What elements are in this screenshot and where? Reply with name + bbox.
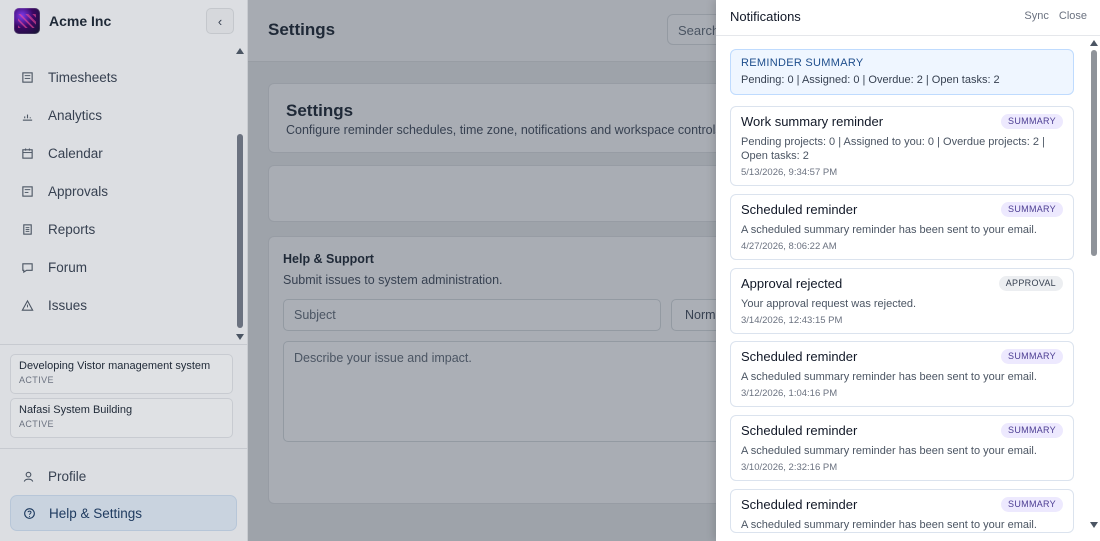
chevron-left-icon: ‹ xyxy=(217,13,223,29)
notification-time: 3/10/2026, 2:32:16 PM xyxy=(741,462,838,473)
close-button[interactable]: Close xyxy=(1059,10,1087,22)
sidebar-scrollbar[interactable] xyxy=(234,44,246,340)
divider xyxy=(0,448,248,449)
reminder-summary-text: Pending: 0 | Assigned: 0 | Overdue: 2 | … xyxy=(741,74,1000,86)
notifications-title: Notifications xyxy=(730,9,801,24)
scrollbar-thumb[interactable] xyxy=(237,134,243,328)
user-icon xyxy=(21,469,35,483)
sidebar-item-calendar[interactable]: Calendar xyxy=(0,134,232,172)
notification-body: Pending projects: 0 | Assigned to you: 0… xyxy=(741,136,1045,162)
reminder-summary-title: REMINDER SUMMARY xyxy=(741,57,864,69)
sidebar-item-analytics[interactable]: Analytics xyxy=(0,96,232,134)
notification-time: 3/14/2026, 12:43:15 PM xyxy=(741,315,843,326)
notifications-header: Notifications Sync Close xyxy=(716,0,1100,36)
sidebar-item-label: Profile xyxy=(48,468,87,484)
notification-time: 3/12/2026, 1:04:16 PM xyxy=(741,388,838,399)
settings-card: Settings Configure reminder schedules, t… xyxy=(268,83,728,153)
calendar-icon xyxy=(20,146,34,160)
scroll-up-arrow-icon[interactable] xyxy=(236,48,244,54)
sidebar-item-label: Reports xyxy=(48,221,96,237)
project-status: ACTIVE xyxy=(19,419,54,429)
settings-panel-placeholder xyxy=(268,165,728,222)
settings-card-title: Settings xyxy=(286,101,354,120)
sidebar-item-timesheets[interactable]: Timesheets xyxy=(0,58,232,96)
notification-body: A scheduled summary reminder has been se… xyxy=(741,519,1037,531)
scroll-down-arrow-icon[interactable] xyxy=(236,334,244,340)
collapse-sidebar-button[interactable]: ‹ xyxy=(206,8,234,34)
notification-item[interactable]: Approval rejected APPROVAL Your approval… xyxy=(730,268,1074,334)
warning-icon xyxy=(20,298,34,312)
divider xyxy=(0,344,248,345)
scroll-down-arrow-icon[interactable] xyxy=(1090,522,1098,528)
sidebar-item-label: Calendar xyxy=(48,145,103,161)
notification-item[interactable]: Scheduled reminder SUMMARY A scheduled s… xyxy=(730,194,1074,260)
brand-name: Acme Inc xyxy=(49,13,112,29)
notifications-scrollbar[interactable] xyxy=(1088,36,1100,532)
settings-card-description: Configure reminder schedules, time zone,… xyxy=(286,123,726,137)
help-support-title: Help & Support xyxy=(283,252,374,266)
sidebar-nav: Timesheets Analytics Calendar Approvals … xyxy=(0,58,232,324)
issue-description-textarea[interactable]: Describe your issue and impact. xyxy=(283,341,733,442)
notification-item[interactable]: Work summary reminder SUMMARY Pending pr… xyxy=(730,106,1074,186)
sidebar-item-label: Timesheets xyxy=(48,69,118,85)
notification-badge: SUMMARY xyxy=(1001,497,1063,512)
sidebar-item-label: Forum xyxy=(48,259,88,275)
brand[interactable]: Acme Inc xyxy=(14,8,111,34)
sync-button[interactable]: Sync xyxy=(1024,10,1048,22)
notification-body: A scheduled summary reminder has been se… xyxy=(741,371,1037,383)
report-icon xyxy=(20,222,34,236)
notification-body: Your approval request was rejected. xyxy=(741,298,917,310)
notification-body: A scheduled summary reminder has been se… xyxy=(741,224,1037,236)
project-card[interactable]: Nafasi System Building ACTIVE xyxy=(10,398,233,438)
page-title: Settings xyxy=(268,20,336,39)
notification-time: 4/27/2026, 8:06:22 AM xyxy=(741,241,837,252)
notification-body: A scheduled summary reminder has been se… xyxy=(741,445,1037,457)
project-name: Nafasi System Building xyxy=(19,404,133,416)
notification-badge: SUMMARY xyxy=(1001,114,1063,129)
sidebar-item-issues[interactable]: Issues xyxy=(0,286,232,324)
sidebar-item-forum[interactable]: Forum xyxy=(0,248,232,286)
sidebar-item-help-settings[interactable]: Help & Settings xyxy=(10,495,237,531)
notification-badge: SUMMARY xyxy=(1001,349,1063,364)
help-support-card: Help & Support Submit issues to system a… xyxy=(268,236,733,504)
reminder-summary: REMINDER SUMMARY Pending: 0 | Assigned: … xyxy=(730,49,1074,95)
sidebar-item-reports[interactable]: Reports xyxy=(0,210,232,248)
subject-input[interactable]: Subject xyxy=(283,299,661,331)
message-icon xyxy=(20,260,34,274)
sidebar-item-label: Approvals xyxy=(48,183,109,199)
sidebar: Acme Inc ‹ Timesheets Analytics Calendar… xyxy=(0,0,248,541)
project-status: ACTIVE xyxy=(19,375,54,385)
notifications-panel: Notifications Sync Close REMINDER SUMMAR… xyxy=(716,0,1100,541)
approval-icon xyxy=(20,184,34,198)
chart-icon xyxy=(20,108,34,122)
help-support-subtitle: Submit issues to system administration. xyxy=(283,273,503,287)
brand-logo xyxy=(14,8,40,34)
notification-item[interactable]: Scheduled reminder SUMMARY A scheduled s… xyxy=(730,341,1074,407)
timesheet-icon xyxy=(20,70,34,84)
notification-badge: APPROVAL xyxy=(998,276,1063,291)
sidebar-item-approvals[interactable]: Approvals xyxy=(0,172,232,210)
sidebar-item-profile[interactable]: Profile xyxy=(10,458,237,494)
sidebar-item-label: Analytics xyxy=(48,107,103,123)
project-card[interactable]: Developing Vistor management system ACTI… xyxy=(10,354,233,394)
scrollbar-thumb[interactable] xyxy=(1091,50,1097,256)
notification-time: 5/13/2026, 9:34:57 PM xyxy=(741,167,838,178)
project-name: Developing Vistor management system xyxy=(19,360,211,372)
notification-badge: SUMMARY xyxy=(1001,202,1063,217)
notifications-actions: Sync Close xyxy=(1024,10,1087,22)
sidebar-item-label: Help & Settings xyxy=(49,505,143,521)
help-icon xyxy=(22,506,36,520)
notification-item[interactable]: Scheduled reminder SUMMARY A scheduled s… xyxy=(730,415,1074,481)
notification-item[interactable]: Scheduled reminder SUMMARY A scheduled s… xyxy=(730,489,1074,533)
scroll-up-arrow-icon[interactable] xyxy=(1090,40,1098,46)
sidebar-item-label: Issues xyxy=(48,297,88,313)
notification-badge: SUMMARY xyxy=(1001,423,1063,438)
